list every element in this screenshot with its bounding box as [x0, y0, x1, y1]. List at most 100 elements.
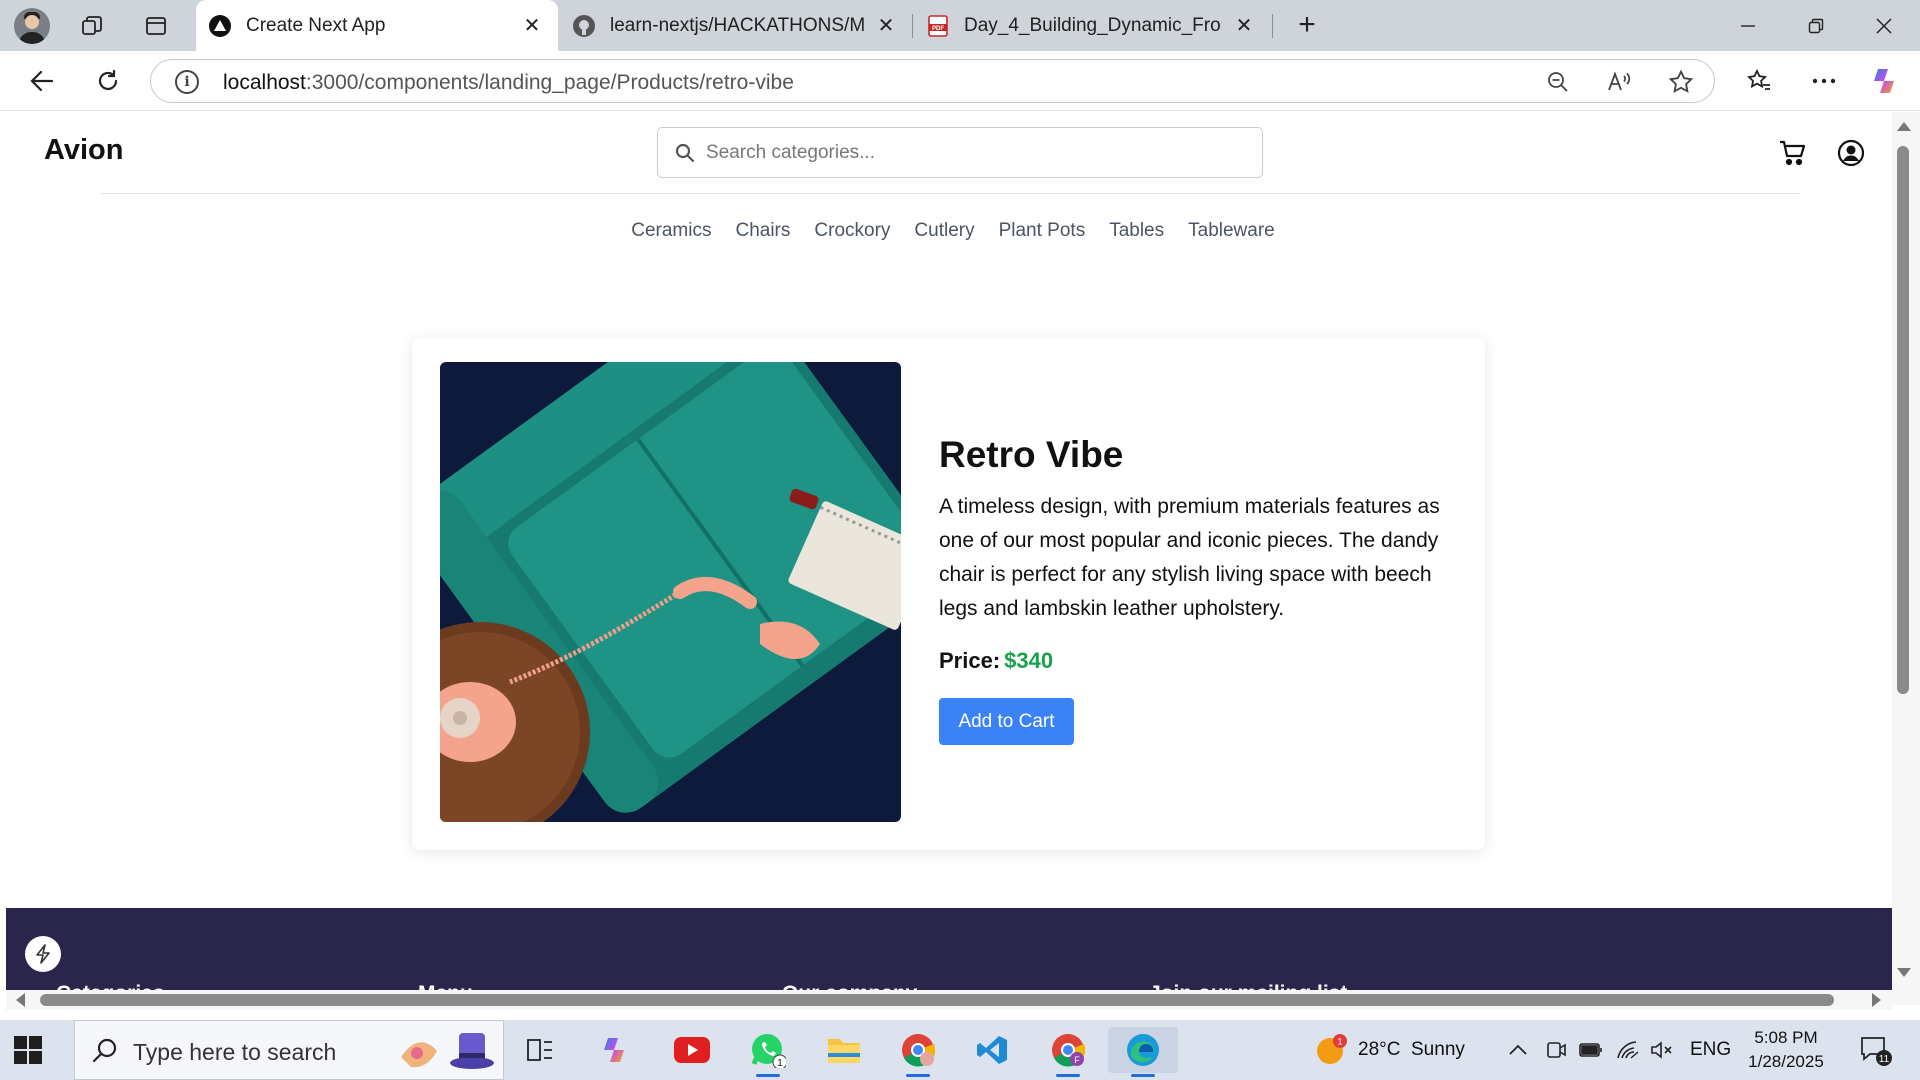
- add-to-cart-button[interactable]: Add to Cart: [939, 698, 1074, 745]
- meet-now-icon[interactable]: [1545, 1020, 1567, 1080]
- read-aloud-icon[interactable]: [1606, 68, 1634, 96]
- category-link-ceramics[interactable]: Ceramics: [631, 220, 711, 242]
- product-price: Price: $340: [939, 648, 1053, 674]
- footer-heading-menu: Menu: [418, 982, 473, 990]
- workspaces-icon[interactable]: [74, 8, 110, 44]
- category-search[interactable]: [657, 127, 1263, 178]
- volume-muted-icon[interactable]: [1650, 1020, 1674, 1080]
- product-title: Retro Vibe: [939, 434, 1124, 475]
- system-clock[interactable]: 5:08 PM 1/28/2025: [1738, 1026, 1834, 1074]
- close-window-button[interactable]: [1856, 0, 1912, 51]
- header-divider: [100, 193, 1800, 194]
- scroll-down-arrow[interactable]: [1897, 968, 1911, 977]
- scrollbar-thumb[interactable]: [40, 994, 1834, 1006]
- site-logo[interactable]: Avion: [44, 134, 123, 167]
- wifi-icon[interactable]: [1616, 1020, 1640, 1080]
- chrome-profile-icon[interactable]: F: [1044, 1027, 1092, 1077]
- task-view-icon[interactable]: [516, 1027, 564, 1073]
- taskbar-search[interactable]: Type here to search: [74, 1020, 504, 1080]
- youtube-icon[interactable]: [668, 1027, 716, 1073]
- whatsapp-icon[interactable]: 1: [744, 1027, 792, 1077]
- close-tab-icon[interactable]: ✕: [1232, 14, 1256, 38]
- search-highlight-illustration: [401, 1033, 494, 1069]
- footer-heading-company: Our company: [782, 982, 917, 990]
- new-tab-button[interactable]: +: [1290, 9, 1324, 43]
- tab-pdf[interactable]: PDF Day_4_Building_Dynamic_Fronten ✕: [914, 0, 1270, 51]
- footer-heading-categories: Categories: [56, 982, 165, 990]
- taskbar-search-placeholder: Type here to search: [133, 1039, 337, 1065]
- notifications-icon[interactable]: 11: [1858, 1020, 1892, 1080]
- scroll-left-arrow[interactable]: [16, 993, 25, 1007]
- url-text[interactable]: localhost:3000/components/landing_page/P…: [223, 71, 794, 95]
- zoom-out-icon[interactable]: [1544, 68, 1572, 96]
- running-indicator: [756, 1074, 780, 1077]
- product-description: A timeless design, with premium material…: [939, 495, 1440, 620]
- running-indicator: [1056, 1074, 1080, 1077]
- pdf-icon: PDF: [926, 14, 950, 38]
- weather-text: 28°C Sunny: [1358, 1039, 1465, 1060]
- horizontal-scrollbar[interactable]: [6, 990, 1892, 1010]
- profile-avatar[interactable]: [14, 8, 50, 44]
- category-link-plant-pots[interactable]: Plant Pots: [999, 220, 1086, 242]
- site-footer: Categories Menu Our company Join our mai…: [6, 908, 1892, 990]
- site-info-icon[interactable]: i: [175, 70, 199, 94]
- scrollbar-thumb[interactable]: [1897, 146, 1909, 694]
- favorite-star-icon[interactable]: [1667, 68, 1695, 96]
- tab-label: Day_4_Building_Dynamic_Fronten: [964, 14, 1222, 36]
- category-link-crockory[interactable]: Crockory: [814, 220, 890, 242]
- url-path: :3000/components/landing_page/Products/r…: [305, 71, 794, 94]
- user-account-icon[interactable]: [1834, 136, 1868, 170]
- category-link-chairs[interactable]: Chairs: [735, 220, 790, 242]
- lightning-bolt-icon[interactable]: [25, 936, 61, 972]
- nextjs-triangle-icon: [208, 14, 232, 38]
- browser-tab-strip: Create Next App ✕ learn-nextjs/HACKATHON…: [0, 0, 1920, 51]
- running-indicator: [1131, 1074, 1155, 1077]
- category-link-cutlery[interactable]: Cutlery: [914, 220, 974, 242]
- copilot-icon[interactable]: [1868, 63, 1904, 99]
- scroll-right-arrow[interactable]: [1872, 993, 1881, 1007]
- file-explorer-icon[interactable]: [820, 1027, 868, 1073]
- more-menu-icon[interactable]: [1806, 63, 1842, 99]
- close-tab-icon[interactable]: ✕: [874, 14, 898, 38]
- address-bar[interactable]: i localhost:3000/components/landing_page…: [150, 59, 1715, 103]
- weather-widget[interactable]: 1 28°C Sunny: [1314, 1020, 1465, 1080]
- weather-badge: 1: [1337, 1037, 1342, 1047]
- search-input[interactable]: [706, 134, 1246, 172]
- tab-github[interactable]: learn-nextjs/HACKATHONS/Marke ✕: [560, 0, 912, 51]
- language-indicator[interactable]: ENG: [1690, 1020, 1731, 1080]
- price-label: Price:: [939, 648, 1001, 673]
- vertical-scrollbar[interactable]: [1892, 112, 1920, 1005]
- sun-icon: 1: [1317, 1034, 1347, 1064]
- cart-icon[interactable]: [1776, 136, 1810, 170]
- scroll-up-arrow[interactable]: [1897, 122, 1911, 131]
- page-viewport: Avion Ceramics Chairs Crockory Cutlery P…: [6, 112, 1892, 990]
- running-indicator: [906, 1074, 930, 1077]
- close-tab-icon[interactable]: ✕: [520, 14, 544, 38]
- copilot-app-icon[interactable]: [592, 1027, 640, 1073]
- tab-create-next-app[interactable]: Create Next App ✕: [196, 0, 558, 51]
- category-link-tables[interactable]: Tables: [1109, 220, 1164, 242]
- minimize-button[interactable]: [1720, 0, 1776, 51]
- search-icon: [92, 1038, 117, 1063]
- browser-toolbar: i localhost:3000/components/landing_page…: [0, 51, 1920, 111]
- github-icon: [572, 14, 596, 38]
- tab-actions-icon[interactable]: [138, 8, 174, 44]
- refresh-button[interactable]: [90, 63, 126, 99]
- windows-start-icon[interactable]: [14, 1036, 42, 1064]
- edge-icon[interactable]: [1108, 1027, 1178, 1077]
- footer-heading-mailing-list: Join our mailing list: [1149, 982, 1347, 990]
- whatsapp-badge: 1: [777, 1058, 783, 1068]
- battery-icon[interactable]: [1578, 1020, 1604, 1080]
- tab-separator: [1272, 14, 1273, 38]
- clock-date: 1/28/2025: [1748, 1052, 1824, 1071]
- favorites-icon[interactable]: [1741, 63, 1777, 99]
- tab-label: learn-nextjs/HACKATHONS/Marke: [610, 14, 864, 36]
- chrome-icon[interactable]: [894, 1027, 942, 1077]
- show-hidden-icons[interactable]: [1508, 1020, 1528, 1080]
- category-link-tableware[interactable]: Tableware: [1188, 220, 1275, 242]
- product-card: Retro Vibe A timeless design, with premi…: [412, 338, 1485, 850]
- restore-button[interactable]: [1788, 0, 1844, 51]
- back-button[interactable]: [24, 63, 60, 99]
- vscode-icon[interactable]: [968, 1027, 1016, 1073]
- svg-text:F: F: [1074, 1055, 1080, 1065]
